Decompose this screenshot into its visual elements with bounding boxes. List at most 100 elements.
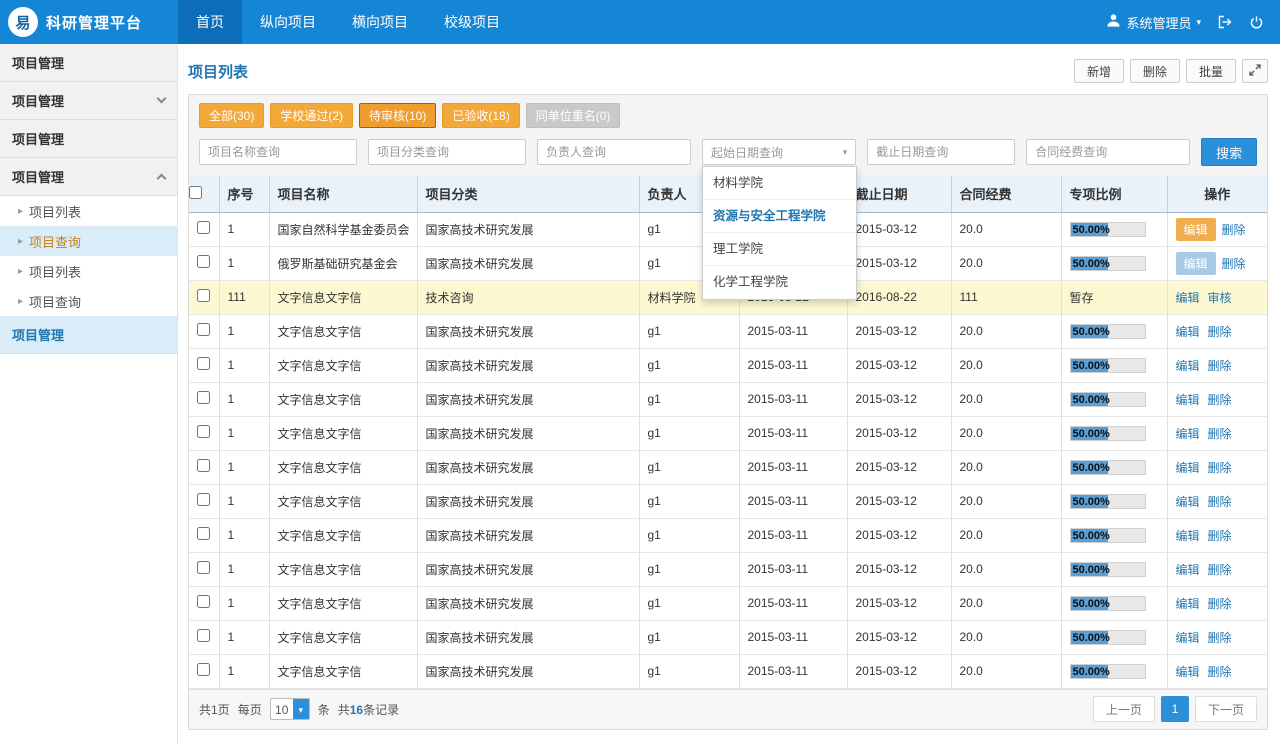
edit-action[interactable]: 编辑 — [1176, 325, 1200, 339]
row-checkbox[interactable] — [197, 459, 210, 472]
row-checkbox[interactable] — [197, 663, 210, 676]
sidebar-group-project-group-5[interactable]: 项目管理 — [0, 316, 177, 354]
row-checkbox[interactable] — [197, 425, 210, 438]
cell-project-name[interactable]: 文字信息文字信 — [269, 348, 417, 382]
cell-project-name[interactable]: 文字信息文字信 — [269, 382, 417, 416]
delete-action[interactable]: 删除 — [1208, 461, 1232, 475]
owner-input[interactable] — [537, 139, 691, 165]
filter-tab-all[interactable]: 全部(30) — [199, 103, 264, 128]
nav-item-horizontal-projects[interactable]: 横向项目 — [334, 0, 426, 44]
sidebar-group-project-group-3[interactable]: 项目管理 — [0, 120, 177, 158]
sidebar-group-project-group-1[interactable]: 项目管理 — [0, 44, 177, 82]
row-checkbox[interactable] — [197, 493, 210, 506]
sidebar-group-project-group-2[interactable]: 项目管理 — [0, 82, 177, 120]
end-date-input[interactable] — [867, 139, 1015, 165]
cell-project-name[interactable]: 文字信息文字信 — [269, 416, 417, 450]
cell-actions: 编辑删除 — [1167, 620, 1267, 654]
cell-project-name[interactable]: 文字信息文字信 — [269, 280, 417, 314]
delete-action[interactable]: 删除 — [1208, 393, 1232, 407]
cell-project-name[interactable]: 文字信息文字信 — [269, 518, 417, 552]
prev-page-button[interactable]: 上一页 — [1093, 696, 1155, 722]
edit-action[interactable]: 编辑 — [1176, 563, 1200, 577]
row-checkbox[interactable] — [197, 323, 210, 336]
dropdown-option-materials-college[interactable]: 材料学院 — [703, 167, 856, 200]
delete-action[interactable]: 删除 — [1208, 495, 1232, 509]
cell-project-name[interactable]: 文字信息文字信 — [269, 620, 417, 654]
current-page-button[interactable]: 1 — [1161, 696, 1189, 722]
edit-action[interactable]: 编辑 — [1176, 529, 1200, 543]
cell-project-name[interactable]: 文字信息文字信 — [269, 552, 417, 586]
filter-tab-accepted[interactable]: 已验收(18) — [442, 103, 519, 128]
project-category-input[interactable] — [368, 139, 526, 165]
review-action[interactable]: 审核 — [1208, 291, 1232, 305]
delete-action[interactable]: 删除 — [1208, 427, 1232, 441]
edit-action[interactable]: 编辑 — [1176, 631, 1200, 645]
start-date-select[interactable]: 起始日期查询 ▾ 材料学院资源与安全工程学院理工学院化学工程学院 — [702, 139, 856, 165]
power-icon[interactable] — [1249, 15, 1264, 30]
row-checkbox[interactable] — [197, 527, 210, 540]
cell-project-name[interactable]: 文字信息文字信 — [269, 484, 417, 518]
filter-tab-school-approved[interactable]: 学校通过(2) — [270, 103, 353, 128]
row-checkbox[interactable] — [197, 391, 210, 404]
nav-item-school-projects[interactable]: 校级项目 — [426, 0, 518, 44]
edit-action[interactable]: 编辑 — [1176, 291, 1200, 305]
delete-action[interactable]: 删除 — [1208, 325, 1232, 339]
select-all-checkbox[interactable] — [189, 186, 202, 199]
cell-project-name[interactable]: 文字信息文字信 — [269, 586, 417, 620]
delete-action[interactable]: 删除 — [1208, 597, 1232, 611]
edit-action[interactable]: 编辑 — [1176, 393, 1200, 407]
next-page-button[interactable]: 下一页 — [1195, 696, 1257, 722]
delete-action[interactable]: 删除 — [1208, 631, 1232, 645]
edit-action[interactable]: 编辑 — [1176, 665, 1200, 679]
cell-project-name[interactable]: 文字信息文字信 — [269, 314, 417, 348]
cell-project-name[interactable]: 国家自然科学基金委员会 — [269, 212, 417, 246]
row-checkbox[interactable] — [197, 221, 210, 234]
cell-end-date: 2015-03-12 — [847, 518, 951, 552]
dropdown-option-resources-safety-college[interactable]: 资源与安全工程学院 — [703, 200, 856, 233]
delete-action[interactable]: 删除 — [1208, 665, 1232, 679]
expand-button[interactable] — [1242, 59, 1268, 83]
cell-project-name[interactable]: 文字信息文字信 — [269, 450, 417, 484]
row-checkbox[interactable] — [197, 561, 210, 574]
cell-project-name[interactable]: 俄罗斯基础研究基金会 — [269, 246, 417, 280]
delete-action[interactable]: 删除 — [1208, 563, 1232, 577]
row-checkbox[interactable] — [197, 629, 210, 642]
delete-action[interactable]: 删除 — [1222, 257, 1246, 271]
filter-tab-pending-review[interactable]: 待审核(10) — [359, 103, 436, 128]
add-button[interactable]: 新增 — [1074, 59, 1124, 83]
edit-action[interactable]: 编辑 — [1176, 218, 1216, 241]
edit-action[interactable]: 编辑 — [1176, 597, 1200, 611]
sidebar-item-project-query-1[interactable]: ▸项目查询 — [0, 226, 177, 256]
delete-action[interactable]: 删除 — [1208, 529, 1232, 543]
sidebar-item-project-list-1[interactable]: ▸项目列表 — [0, 196, 177, 226]
sidebar-item-project-query-2[interactable]: ▸项目查询 — [0, 286, 177, 316]
row-checkbox[interactable] — [197, 255, 210, 268]
nav-item-vertical-projects[interactable]: 纵向项目 — [242, 0, 334, 44]
edit-action[interactable]: 编辑 — [1176, 461, 1200, 475]
row-checkbox-cell — [189, 654, 219, 688]
edit-action[interactable]: 编辑 — [1176, 359, 1200, 373]
delete-action[interactable]: 删除 — [1208, 359, 1232, 373]
row-checkbox[interactable] — [197, 595, 210, 608]
dropdown-option-chemical-engineering-college[interactable]: 化学工程学院 — [703, 266, 856, 299]
per-page-select[interactable]: 10 ▾ — [270, 698, 310, 720]
sidebar-item-project-list-2[interactable]: ▸项目列表 — [0, 256, 177, 286]
cell-project-name[interactable]: 文字信息文字信 — [269, 654, 417, 688]
row-checkbox[interactable] — [197, 357, 210, 370]
filter-tab-duplicate-name[interactable]: 同单位重名(0) — [526, 103, 621, 128]
batch-button[interactable]: 批量 — [1186, 59, 1236, 83]
user-menu[interactable]: 系统管理员 ▾ — [1106, 13, 1201, 32]
edit-action[interactable]: 编辑 — [1176, 495, 1200, 509]
edit-action[interactable]: 编辑 — [1176, 427, 1200, 441]
project-name-input[interactable] — [199, 139, 357, 165]
search-button[interactable]: 搜索 — [1201, 138, 1257, 166]
edit-action[interactable]: 编辑 — [1176, 252, 1216, 275]
row-checkbox[interactable] — [197, 289, 210, 302]
sidebar-group-project-group-4[interactable]: 项目管理 — [0, 158, 177, 196]
nav-item-home[interactable]: 首页 — [178, 0, 242, 44]
logout-icon[interactable] — [1217, 14, 1233, 30]
delete-button[interactable]: 删除 — [1130, 59, 1180, 83]
delete-action[interactable]: 删除 — [1222, 223, 1246, 237]
dropdown-option-science-engineering-college[interactable]: 理工学院 — [703, 233, 856, 266]
fee-input[interactable] — [1026, 139, 1190, 165]
